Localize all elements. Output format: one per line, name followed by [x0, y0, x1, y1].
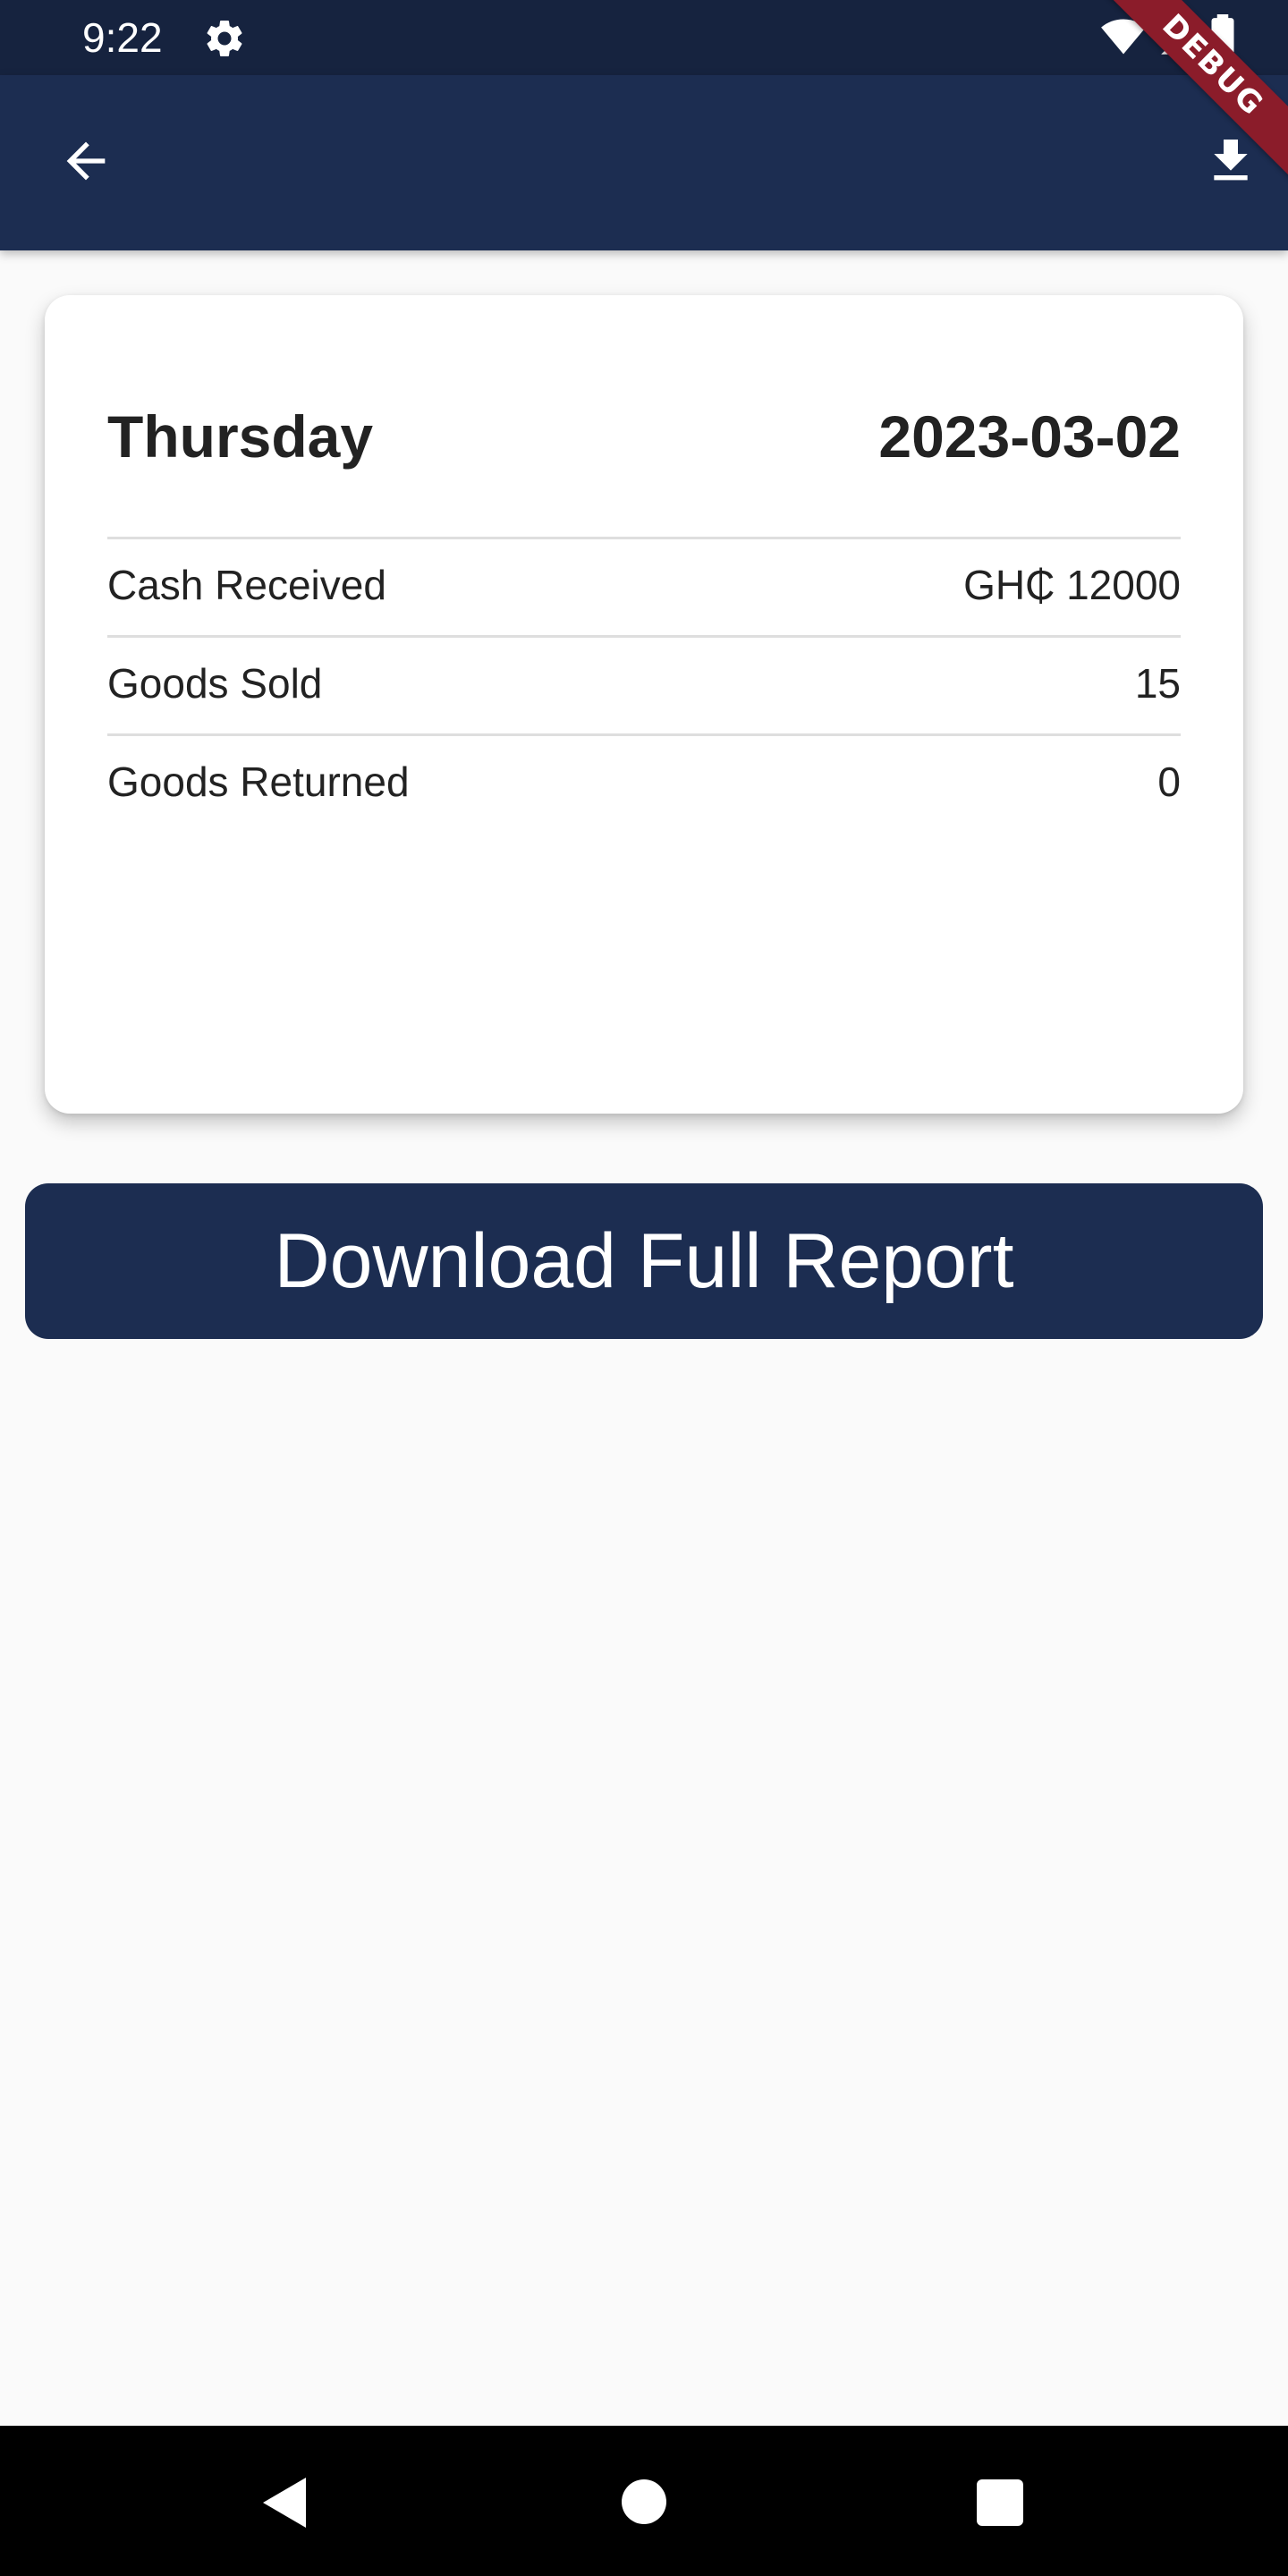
report-day: Thursday	[107, 403, 374, 470]
back-button[interactable]	[50, 127, 122, 199]
arrow-left-icon	[57, 132, 114, 194]
row-label: Goods Sold	[107, 659, 323, 707]
recents-square-icon[interactable]	[977, 2479, 1023, 2526]
card-header: Thursday 2023-03-02	[107, 401, 1181, 517]
gear-icon	[202, 16, 247, 61]
report-rows: Cash Received GH₵ 12000 Goods Sold 15 Go…	[107, 537, 1181, 832]
navigation-bar	[0, 2426, 1288, 2576]
app-bar	[0, 75, 1288, 250]
report-card: Thursday 2023-03-02 Cash Received GH₵ 12…	[45, 295, 1243, 1114]
home-circle-icon[interactable]	[622, 2479, 666, 2524]
download-full-report-button[interactable]: Download Full Report	[25, 1183, 1263, 1339]
report-date: 2023-03-02	[878, 403, 1181, 470]
row-value: 0	[1157, 758, 1181, 805]
report-row-cash-received: Cash Received GH₵ 12000	[107, 537, 1181, 635]
status-bar: 9:22	[0, 0, 1288, 75]
report-row-goods-returned: Goods Returned 0	[107, 733, 1181, 832]
back-triangle-icon[interactable]	[259, 2476, 309, 2529]
report-row-goods-sold: Goods Sold 15	[107, 635, 1181, 733]
row-value: 15	[1134, 659, 1181, 707]
download-icon	[1202, 132, 1259, 194]
row-label: Goods Returned	[107, 758, 410, 805]
status-time: 9:22	[82, 14, 163, 61]
row-value: GH₵ 12000	[963, 561, 1181, 608]
row-label: Cash Received	[107, 561, 386, 608]
